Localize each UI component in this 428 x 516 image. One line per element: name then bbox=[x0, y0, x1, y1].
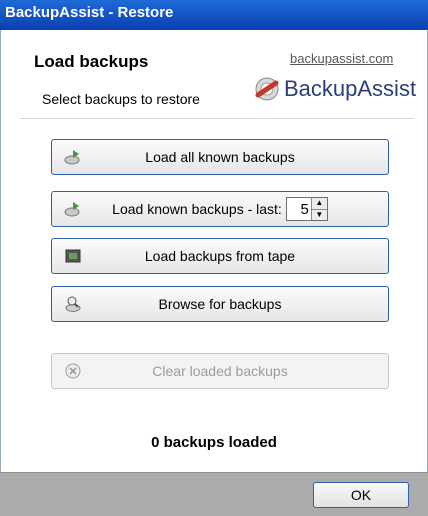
tape-icon bbox=[65, 249, 81, 263]
load-known-backups-button[interactable]: Load known backups - last: 5 ▲ ▼ bbox=[51, 191, 389, 227]
clear-loaded-backups-label: Clear loaded backups bbox=[152, 363, 288, 379]
disk-arrow-icon bbox=[64, 202, 80, 217]
window-titlebar[interactable]: BackupAssist - Restore bbox=[0, 0, 428, 30]
stepper-down-icon[interactable]: ▼ bbox=[311, 208, 327, 220]
browse-backups-label: Browse for backups bbox=[158, 296, 282, 312]
stepper-arrows: ▲ ▼ bbox=[310, 198, 327, 220]
window-title: BackupAssist - Restore bbox=[5, 4, 174, 21]
logo-text: BackupAssist bbox=[284, 76, 417, 101]
load-all-backups-label: Load all known backups bbox=[145, 149, 295, 165]
header-divider bbox=[20, 118, 414, 119]
magnifier-disk-icon bbox=[65, 296, 81, 312]
website-link[interactable]: backupassist.com bbox=[290, 51, 393, 66]
stepper-up-icon[interactable]: ▲ bbox=[311, 198, 327, 209]
ok-button[interactable]: OK bbox=[313, 482, 409, 508]
disk-arrow-icon bbox=[64, 150, 80, 165]
load-known-backups-label: Load known backups - last: bbox=[112, 201, 282, 217]
load-all-backups-button[interactable]: Load all known backups bbox=[51, 139, 389, 175]
backupassist-logo-icon bbox=[255, 77, 279, 101]
browse-backups-button[interactable]: Browse for backups bbox=[51, 286, 389, 322]
clear-loaded-backups-button[interactable]: Clear loaded backups bbox=[51, 353, 389, 389]
backups-loaded-status: 0 backups loaded bbox=[151, 434, 277, 451]
page-title: Load backups bbox=[34, 52, 149, 71]
page-subtitle: Select backups to restore bbox=[42, 91, 200, 107]
ok-label: OK bbox=[350, 487, 372, 503]
load-from-tape-button[interactable]: Load backups from tape bbox=[51, 238, 389, 274]
load-from-tape-label: Load backups from tape bbox=[144, 248, 296, 264]
clear-x-icon bbox=[65, 363, 81, 379]
brand-logo: BackupAssist bbox=[254, 74, 416, 104]
last-count-value[interactable]: 5 bbox=[287, 201, 311, 218]
last-count-stepper[interactable]: 5 ▲ ▼ bbox=[285, 197, 328, 221]
